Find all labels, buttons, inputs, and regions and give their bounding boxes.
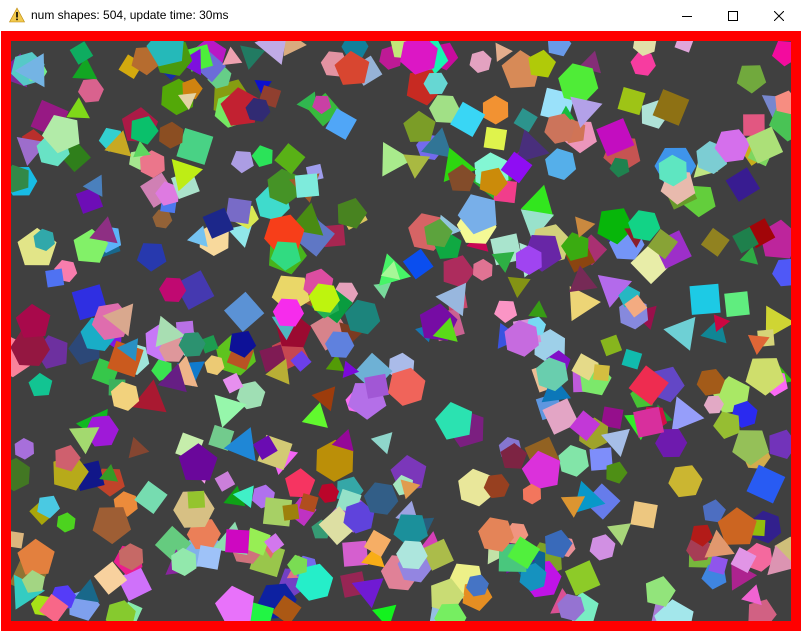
hexagon-shape <box>558 445 589 477</box>
render-border <box>1 31 801 631</box>
hexagon-shape <box>318 483 340 503</box>
square-shape <box>363 529 392 557</box>
hexagon-shape <box>473 258 493 281</box>
close-button[interactable] <box>756 0 802 31</box>
square-shape <box>45 268 65 288</box>
triangle-shape <box>74 578 100 603</box>
triangle-shape <box>575 216 596 238</box>
square-shape <box>187 490 206 509</box>
triangle-shape <box>663 316 696 351</box>
hexagon-shape <box>558 63 599 104</box>
hexagon-shape <box>545 148 577 180</box>
triangle-shape <box>283 41 307 57</box>
triangle-shape <box>311 386 336 412</box>
pentagon-shape <box>547 41 572 57</box>
triangle-shape <box>507 276 531 298</box>
pentagon-shape <box>772 41 791 67</box>
triangle-shape <box>373 282 392 299</box>
pentagon-shape <box>337 198 368 229</box>
square-shape <box>674 41 694 53</box>
maximize-icon <box>728 10 738 21</box>
triangle-shape <box>491 251 515 273</box>
pentagon-shape <box>528 49 556 78</box>
pentagon-shape <box>215 585 254 621</box>
square-shape <box>294 173 320 198</box>
hexagon-shape <box>589 534 616 561</box>
square-shape <box>274 143 306 175</box>
square-shape <box>725 167 761 202</box>
square-shape <box>617 87 646 116</box>
shapes-layer <box>11 41 791 621</box>
hexagon-shape <box>159 121 184 149</box>
pentagon-shape <box>230 151 254 174</box>
triangle-shape <box>128 436 150 459</box>
pentagon-shape <box>736 65 767 94</box>
square-shape <box>633 406 665 438</box>
triangle-shape <box>528 300 548 318</box>
square-shape <box>224 291 265 332</box>
square-shape <box>225 529 250 554</box>
pentagon-shape <box>443 255 475 288</box>
square-shape <box>134 480 168 514</box>
square-shape <box>513 108 538 133</box>
square-shape <box>483 126 508 151</box>
hexagon-shape <box>388 367 426 406</box>
hexagon-shape <box>668 465 703 498</box>
close-icon <box>774 10 784 21</box>
triangle-shape <box>370 432 393 455</box>
minimize-icon <box>682 15 692 17</box>
square-shape <box>689 283 721 315</box>
app-window: num shapes: 504, update time: 30ms <box>0 0 802 632</box>
pentagon-shape <box>285 468 316 498</box>
pentagon-shape <box>769 429 791 459</box>
pentagon-shape <box>713 411 740 439</box>
triangle-shape <box>372 604 397 621</box>
hexagon-shape <box>655 429 688 458</box>
square-shape <box>746 464 786 504</box>
hexagon-shape <box>14 438 34 460</box>
title-bar[interactable]: num shapes: 504, update time: 30ms <box>0 0 802 31</box>
hexagon-shape <box>204 355 225 376</box>
hexagon-shape <box>633 41 657 56</box>
pentagon-shape <box>606 461 628 484</box>
pentagon-shape <box>435 402 473 440</box>
warning-icon <box>9 7 25 23</box>
triangle-shape <box>301 402 328 428</box>
square-shape <box>69 41 94 65</box>
hexagon-shape <box>772 258 791 287</box>
square-shape <box>630 501 658 529</box>
square-shape <box>724 291 750 317</box>
window-title: num shapes: 504, update time: 30ms <box>31 8 229 22</box>
square-shape <box>11 531 24 549</box>
hexagon-shape <box>56 512 76 533</box>
square-shape <box>196 545 222 570</box>
square-shape <box>364 373 390 399</box>
hexagon-shape <box>78 78 104 103</box>
minimize-button[interactable] <box>664 0 710 31</box>
triangle-shape <box>240 45 266 70</box>
hexagon-shape <box>11 457 30 492</box>
pentagon-shape <box>251 145 273 167</box>
shapes-canvas[interactable] <box>11 41 791 621</box>
hexagon-shape <box>482 95 509 125</box>
pentagon-shape <box>775 90 791 115</box>
triangle-shape <box>569 286 601 322</box>
square-shape <box>593 364 610 382</box>
pentagon-shape <box>403 110 436 142</box>
triangle-shape <box>671 396 705 432</box>
square-shape <box>564 560 601 596</box>
square-shape <box>214 471 236 492</box>
square-shape <box>621 348 643 370</box>
pentagon-shape <box>494 300 518 323</box>
pentagon-shape <box>136 243 167 272</box>
square-shape <box>700 227 730 257</box>
square-shape <box>600 334 623 357</box>
triangle-shape <box>741 584 762 606</box>
triangle-shape <box>403 154 431 179</box>
hexagon-shape <box>469 50 492 73</box>
pentagon-shape <box>28 372 53 397</box>
square-shape <box>117 566 152 602</box>
square-shape <box>282 503 300 521</box>
maximize-button[interactable] <box>710 0 756 31</box>
